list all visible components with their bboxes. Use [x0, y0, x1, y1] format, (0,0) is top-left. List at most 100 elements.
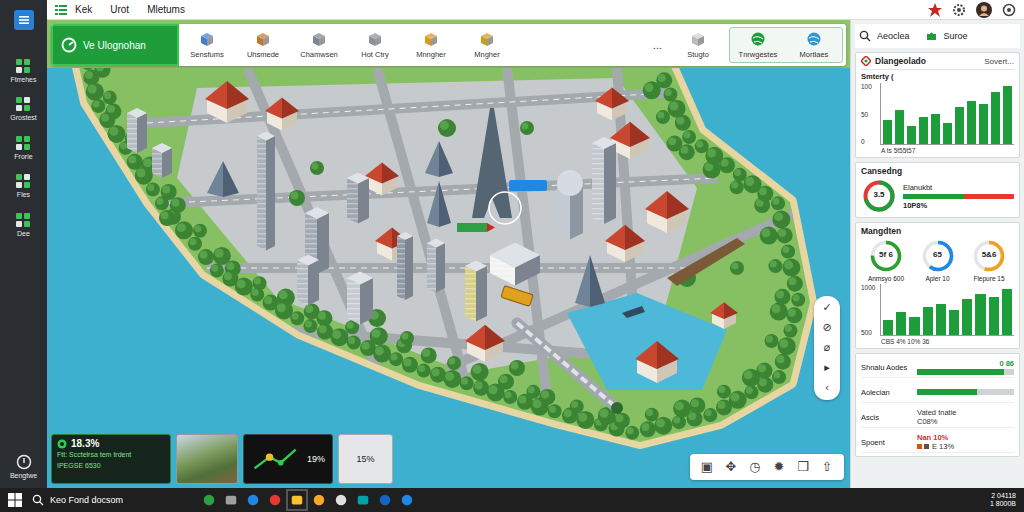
- primary-button[interactable]: Ve Ulognohan: [51, 24, 179, 66]
- app-icon[interactable]: [334, 493, 348, 507]
- map-action[interactable]: ▣: [698, 458, 716, 476]
- building[interactable]: [257, 132, 275, 251]
- toolbar-item[interactable]: Uhsmede: [235, 24, 291, 66]
- map-action[interactable]: ⇧: [818, 458, 836, 476]
- chart-bar[interactable]: [896, 312, 906, 335]
- building[interactable]: [635, 341, 679, 383]
- toolbar-item[interactable]: Tnrwgestes: [730, 28, 786, 62]
- app-icon[interactable]: [246, 493, 260, 507]
- building[interactable]: [605, 225, 645, 262]
- panel-tab[interactable]: Suroe: [944, 31, 968, 41]
- more-button[interactable]: ...: [645, 24, 670, 66]
- sidebar-item[interactable]: Grostest: [10, 96, 36, 122]
- bus[interactable]: [501, 286, 533, 307]
- sidebar-footer[interactable]: Bengtwe: [10, 454, 37, 480]
- search-icon[interactable]: [859, 30, 871, 42]
- toolbar-item[interactable]: Stugto: [670, 24, 726, 66]
- building[interactable]: [645, 191, 689, 233]
- boat[interactable]: [622, 306, 645, 318]
- app-icon[interactable]: [400, 493, 414, 507]
- map-action[interactable]: ◷: [746, 458, 764, 476]
- avatar-icon[interactable]: [976, 2, 992, 18]
- app-icon[interactable]: [356, 493, 370, 507]
- stat-row[interactable]: AscisVated tnatieC08%: [861, 407, 1014, 428]
- stat-row[interactable]: Aolecian: [861, 382, 1014, 403]
- chart-bar[interactable]: [895, 110, 904, 144]
- ship[interactable]: [667, 238, 745, 286]
- donut-item[interactable]: 65Apler 10: [913, 238, 963, 282]
- building[interactable]: [465, 261, 487, 322]
- chart-bar[interactable]: [931, 114, 940, 145]
- chart-bar[interactable]: [923, 307, 933, 335]
- building[interactable]: [557, 170, 583, 240]
- chart-bar[interactable]: [975, 294, 985, 335]
- chart-bar[interactable]: [962, 299, 972, 335]
- building[interactable]: [127, 108, 147, 153]
- building[interactable]: [265, 98, 299, 131]
- chart-bar[interactable]: [991, 92, 1000, 144]
- map-tool[interactable]: ✓: [822, 300, 831, 316]
- app-icon[interactable]: [378, 493, 392, 507]
- chart-bar[interactable]: [907, 126, 916, 144]
- chart-bar[interactable]: [955, 107, 964, 144]
- app-icon[interactable]: [312, 493, 326, 507]
- panel-tab[interactable]: Aeoclea: [877, 31, 910, 41]
- chart-bar[interactable]: [989, 297, 999, 335]
- building[interactable]: [465, 325, 505, 362]
- donut-item[interactable]: 5&6Flepure 15: [964, 238, 1014, 282]
- sidebar-item[interactable]: Dee: [15, 212, 31, 238]
- menu-item[interactable]: Kek: [75, 4, 92, 15]
- photo-card[interactable]: [176, 434, 238, 484]
- city-map[interactable]: ✓⊘⌀▸‹▣✥◷✹❒⇧18.3%Ftt: Scctelrsa tem trden…: [47, 68, 850, 488]
- building[interactable]: [425, 141, 453, 177]
- app-icon[interactable]: [268, 493, 282, 507]
- windows-icon[interactable]: [8, 493, 22, 507]
- menu-item[interactable]: Urot: [110, 4, 129, 15]
- app-icon[interactable]: [224, 493, 238, 507]
- chart-bar[interactable]: [979, 104, 988, 144]
- chart-bar[interactable]: [909, 317, 919, 335]
- sidebar-item[interactable]: Fles: [15, 173, 31, 199]
- toolbar-item[interactable]: Mortlaes: [786, 28, 842, 62]
- clock[interactable]: 2 041181 8000B: [990, 492, 1016, 509]
- stat-row[interactable]: SpoentNan 10%E 13%: [861, 432, 1014, 453]
- map-action[interactable]: ✹: [770, 458, 788, 476]
- building[interactable]: [205, 81, 249, 123]
- toolbar-item[interactable]: Mngher: [459, 24, 515, 66]
- chart-bar[interactable]: [1003, 86, 1012, 144]
- chart-bar[interactable]: [1002, 289, 1012, 335]
- building[interactable]: [710, 302, 738, 329]
- building[interactable]: [490, 243, 540, 286]
- map-canvas[interactable]: [47, 68, 850, 488]
- building[interactable]: [592, 137, 616, 224]
- building[interactable]: [297, 255, 319, 306]
- chart-bar[interactable]: [883, 320, 893, 335]
- sidebar-item[interactable]: Frorie: [14, 135, 32, 161]
- map-tool[interactable]: ⌀: [824, 340, 831, 356]
- app-icon[interactable]: [290, 493, 304, 507]
- chart-bar[interactable]: [883, 120, 892, 144]
- stat-card[interactable]: 18.3%Ftt: Scctelrsa tem trdentIPEGSE 653…: [51, 434, 171, 484]
- toolbar-item[interactable]: Chamwsen: [291, 24, 347, 66]
- toolbar-item[interactable]: Mnngher: [403, 24, 459, 66]
- toolbar-item[interactable]: Hot Ctry: [347, 24, 403, 66]
- menu-item[interactable]: Mletums: [147, 4, 185, 15]
- building[interactable]: [595, 88, 629, 121]
- gear-icon[interactable]: [952, 3, 966, 17]
- chart-bar[interactable]: [949, 310, 959, 336]
- chart-bar[interactable]: [919, 117, 928, 144]
- selection-ring[interactable]: [489, 192, 521, 224]
- map-action[interactable]: ✥: [722, 458, 740, 476]
- building[interactable]: [427, 239, 445, 293]
- train[interactable]: [517, 323, 623, 414]
- map-action[interactable]: ❒: [794, 458, 812, 476]
- building[interactable]: [347, 272, 373, 325]
- sidebar-item[interactable]: Ftrrehes: [10, 58, 36, 84]
- building[interactable]: [152, 143, 172, 178]
- donut-item[interactable]: 5f 6Anmsyo 600: [861, 238, 911, 282]
- building[interactable]: [575, 255, 605, 307]
- circle-icon[interactable]: [1002, 3, 1016, 17]
- map-marker[interactable]: [509, 180, 547, 191]
- route-card[interactable]: 19%: [243, 434, 333, 484]
- map-tool[interactable]: ⊘: [822, 320, 831, 336]
